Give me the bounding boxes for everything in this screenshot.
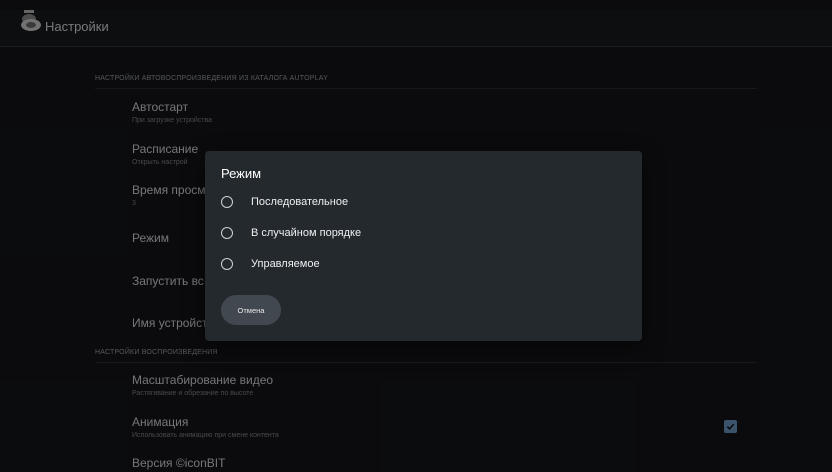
mode-option-random[interactable]: В случайном порядке <box>221 223 361 243</box>
radio-unchecked-icon[interactable] <box>221 196 233 208</box>
radio-unchecked-icon[interactable] <box>221 227 233 239</box>
option-label: Последовательное <box>251 196 349 208</box>
settings-screen: Настройки НАСТРОЙКИ АВТОВОСПРОИЗВЕДЕНИЯ … <box>0 0 832 472</box>
mode-dialog: Режим Последовательное В случайном поряд… <box>205 151 642 341</box>
option-label: Управляемое <box>251 258 320 270</box>
dialog-title: Режим <box>221 166 262 181</box>
cancel-button[interactable]: Отмена <box>221 295 281 325</box>
option-label: В случайном порядке <box>251 227 362 239</box>
radio-unchecked-icon[interactable] <box>221 258 233 270</box>
mode-option-sequential[interactable]: Последовательное <box>221 192 348 212</box>
mode-option-managed[interactable]: Управляемое <box>221 254 320 274</box>
